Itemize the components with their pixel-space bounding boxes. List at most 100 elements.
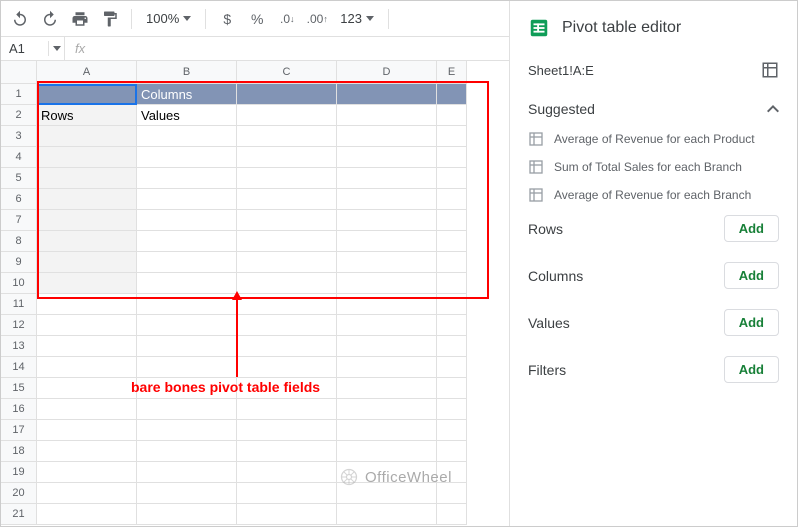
cell[interactable] — [337, 504, 437, 525]
suggested-header[interactable]: Suggested — [528, 101, 779, 117]
cell[interactable] — [337, 168, 437, 189]
row-header[interactable]: 6 — [1, 189, 37, 210]
add-rows-button[interactable]: Add — [724, 215, 779, 242]
cell-a2[interactable]: Rows — [37, 105, 137, 126]
cell[interactable] — [37, 273, 137, 294]
cell[interactable] — [437, 210, 467, 231]
cell[interactable] — [437, 147, 467, 168]
row-header[interactable]: 4 — [1, 147, 37, 168]
cell[interactable] — [37, 357, 137, 378]
cell[interactable] — [337, 231, 437, 252]
cell[interactable] — [137, 315, 237, 336]
cell[interactable] — [137, 231, 237, 252]
cell[interactable] — [137, 399, 237, 420]
cell[interactable] — [237, 315, 337, 336]
cell[interactable] — [37, 504, 137, 525]
cell[interactable] — [337, 273, 437, 294]
cell[interactable] — [137, 273, 237, 294]
row-header[interactable]: 9 — [1, 252, 37, 273]
cell[interactable] — [437, 357, 467, 378]
cell[interactable] — [237, 189, 337, 210]
cell[interactable] — [237, 105, 337, 126]
name-box[interactable]: A1 — [1, 41, 49, 56]
cell[interactable] — [37, 231, 137, 252]
cell[interactable] — [37, 378, 137, 399]
cell[interactable] — [337, 399, 437, 420]
cell[interactable] — [137, 294, 237, 315]
cell-a1[interactable] — [37, 84, 137, 105]
col-header-a[interactable]: A — [37, 61, 137, 84]
cell-e1[interactable] — [437, 84, 467, 105]
cell[interactable] — [37, 252, 137, 273]
cell[interactable] — [37, 483, 137, 504]
col-header-b[interactable]: B — [137, 61, 237, 84]
cell[interactable] — [37, 420, 137, 441]
cell[interactable] — [337, 210, 437, 231]
cell[interactable] — [137, 189, 237, 210]
redo-button[interactable] — [37, 6, 63, 32]
cell[interactable] — [437, 504, 467, 525]
row-header[interactable]: 17 — [1, 420, 37, 441]
cell[interactable] — [37, 399, 137, 420]
suggestion-item[interactable]: Sum of Total Sales for each Branch — [528, 159, 779, 175]
row-header[interactable]: 8 — [1, 231, 37, 252]
add-columns-button[interactable]: Add — [724, 262, 779, 289]
cell[interactable] — [37, 294, 137, 315]
cell[interactable] — [137, 357, 237, 378]
row-header[interactable]: 18 — [1, 441, 37, 462]
select-all-corner[interactable] — [1, 61, 37, 84]
cell[interactable] — [37, 210, 137, 231]
cell[interactable] — [337, 294, 437, 315]
cell-d1[interactable] — [337, 84, 437, 105]
cell[interactable] — [37, 441, 137, 462]
cell[interactable] — [237, 399, 337, 420]
add-values-button[interactable]: Add — [724, 309, 779, 336]
range-text[interactable]: Sheet1!A:E — [528, 63, 594, 78]
cell[interactable] — [237, 504, 337, 525]
cell[interactable] — [337, 378, 437, 399]
cell[interactable] — [437, 399, 467, 420]
cell[interactable] — [437, 105, 467, 126]
cell[interactable] — [337, 189, 437, 210]
cell[interactable] — [137, 483, 237, 504]
row-header[interactable]: 15 — [1, 378, 37, 399]
row-header[interactable]: 1 — [1, 84, 37, 105]
row-header[interactable]: 10 — [1, 273, 37, 294]
suggestion-item[interactable]: Average of Revenue for each Branch — [528, 187, 779, 203]
row-header[interactable]: 11 — [1, 294, 37, 315]
cell[interactable] — [337, 315, 437, 336]
cell[interactable] — [37, 189, 137, 210]
cell[interactable] — [437, 126, 467, 147]
row-header[interactable]: 14 — [1, 357, 37, 378]
cell[interactable] — [337, 105, 437, 126]
cell[interactable] — [337, 252, 437, 273]
cell[interactable] — [37, 315, 137, 336]
cell-b2[interactable]: Values — [137, 105, 237, 126]
row-header[interactable]: 16 — [1, 399, 37, 420]
more-formats-button[interactable]: 123 — [334, 11, 380, 26]
decrease-decimal-button[interactable]: .0↓ — [274, 6, 300, 32]
cell[interactable] — [437, 315, 467, 336]
cell[interactable] — [237, 483, 337, 504]
cell[interactable] — [437, 441, 467, 462]
cell[interactable] — [137, 441, 237, 462]
cell[interactable] — [237, 441, 337, 462]
cell[interactable] — [237, 231, 337, 252]
cell[interactable] — [237, 357, 337, 378]
row-header[interactable]: 13 — [1, 336, 37, 357]
col-header-c[interactable]: C — [237, 61, 337, 84]
cell[interactable] — [37, 336, 137, 357]
cell[interactable] — [137, 462, 237, 483]
row-header[interactable]: 2 — [1, 105, 37, 126]
cell[interactable] — [37, 147, 137, 168]
cell[interactable] — [437, 378, 467, 399]
row-header[interactable]: 12 — [1, 315, 37, 336]
cell[interactable] — [337, 126, 437, 147]
cell[interactable] — [137, 336, 237, 357]
cell[interactable] — [337, 420, 437, 441]
cell[interactable] — [137, 504, 237, 525]
currency-button[interactable]: $ — [214, 6, 240, 32]
cell[interactable] — [237, 273, 337, 294]
suggestion-item[interactable]: Average of Revenue for each Product — [528, 131, 779, 147]
col-header-e[interactable]: E — [437, 61, 467, 84]
